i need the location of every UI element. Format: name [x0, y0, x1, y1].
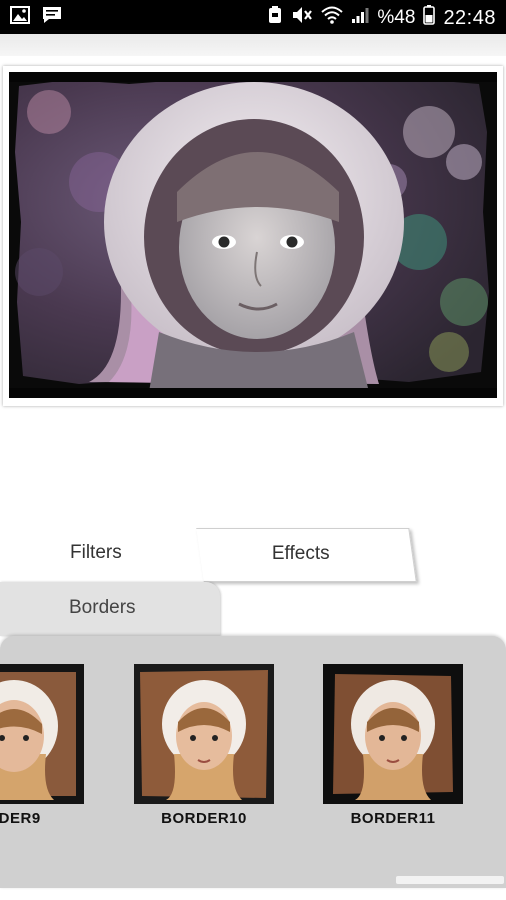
signal-icon: [351, 6, 369, 30]
tab-borders[interactable]: Borders: [0, 582, 220, 636]
clock: 22:48: [443, 6, 496, 29]
battery-percent: %48: [377, 7, 416, 28]
tab-filters[interactable]: Filters: [0, 528, 205, 580]
status-bar: %48 22:48: [0, 0, 506, 34]
alarm-icon: [267, 5, 283, 31]
wifi-icon: [321, 6, 344, 30]
app-bar-shadow: [0, 34, 506, 56]
image-icon: [10, 6, 30, 29]
tab-effects-label: Effects: [271, 543, 330, 564]
border-thumbnail[interactable]: [323, 664, 463, 804]
border-thumbnail[interactable]: [134, 664, 274, 804]
border-label: RDER9: [0, 810, 41, 827]
borders-tray[interactable]: RDER9 BORDER10 BORDER11: [0, 636, 506, 888]
photo-preview[interactable]: [3, 66, 503, 406]
battery-icon: [423, 5, 436, 31]
horizontal-scrollbar[interactable]: [396, 876, 504, 884]
border-thumbnail[interactable]: [0, 664, 84, 804]
edited-photo: [9, 72, 497, 398]
tab-borders-label: Borders: [69, 597, 136, 618]
border-label: BORDER10: [161, 810, 247, 827]
tab-effects[interactable]: Effects: [196, 528, 417, 582]
border-label: BORDER11: [350, 810, 436, 827]
message-icon: [42, 6, 62, 29]
tab-filters-label: Filters: [70, 542, 122, 563]
mute-icon: [291, 5, 313, 31]
